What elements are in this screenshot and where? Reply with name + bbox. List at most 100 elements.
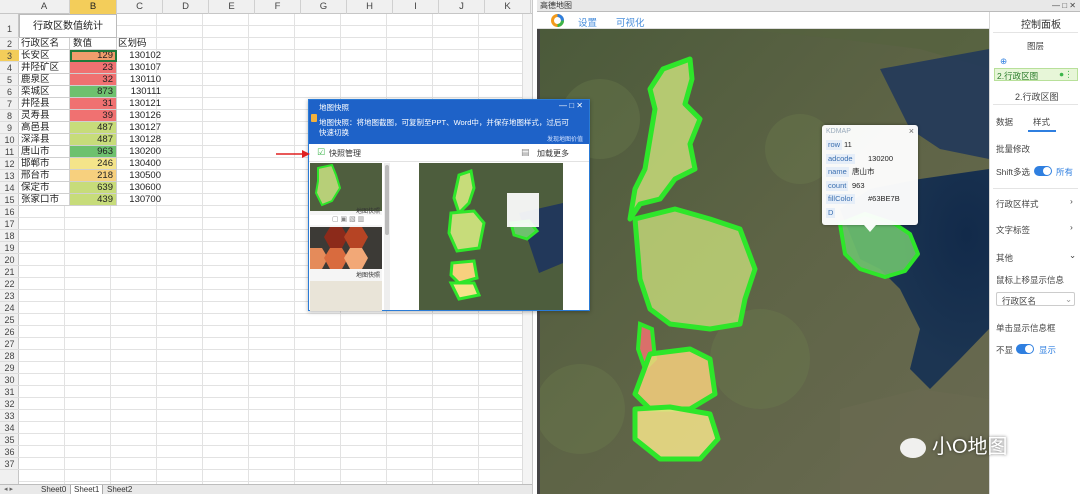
table-row-code[interactable]: 130126 bbox=[117, 110, 163, 122]
table-row-name[interactable]: 邯郸市 bbox=[19, 158, 70, 170]
table-row-name[interactable]: 栾城区 bbox=[19, 86, 70, 98]
column-header-j[interactable]: J bbox=[439, 0, 485, 14]
table-row-name[interactable]: 鹿泉区 bbox=[19, 74, 70, 86]
row-header-24[interactable]: 24 bbox=[0, 302, 19, 314]
table-row-code[interactable]: 130128 bbox=[117, 134, 163, 146]
table-row-value[interactable]: 246 bbox=[70, 158, 117, 170]
row-header-5[interactable]: 5 bbox=[0, 74, 19, 86]
row-header-29[interactable]: 29 bbox=[0, 362, 19, 374]
table-row-name[interactable]: 高邑县 bbox=[19, 122, 70, 134]
visualize-menu[interactable]: 可视化 bbox=[616, 15, 645, 29]
other-item[interactable]: 其他 bbox=[996, 252, 1013, 264]
row-header-30[interactable]: 30 bbox=[0, 374, 19, 386]
region-xingtai[interactable] bbox=[632, 346, 718, 412]
table-row-code[interactable]: 130400 bbox=[117, 158, 163, 170]
row-header-37[interactable]: 37 bbox=[0, 458, 19, 470]
table-row-value[interactable]: 439 bbox=[70, 194, 117, 206]
table-row-value[interactable]: 129 bbox=[70, 50, 117, 62]
table-row-value[interactable]: 23 bbox=[70, 62, 117, 74]
row-header-3[interactable]: 3 bbox=[0, 50, 19, 62]
table-row-value[interactable]: 487 bbox=[70, 134, 117, 146]
snapshot-manage-button[interactable]: 快照管理 bbox=[329, 148, 361, 159]
column-header-k[interactable]: K bbox=[485, 0, 531, 14]
thumbnail-1[interactable] bbox=[310, 163, 382, 211]
table-row-name[interactable]: 井陉矿区 bbox=[19, 62, 70, 74]
table-row-code[interactable]: 130500 bbox=[117, 170, 163, 182]
layer-item[interactable]: 2.行政区图 ●⋮ bbox=[994, 68, 1078, 81]
row-header-25[interactable]: 25 bbox=[0, 314, 19, 326]
table-row-value[interactable]: 963 bbox=[70, 146, 117, 158]
row-header-9[interactable]: 9 bbox=[0, 122, 19, 134]
sheet-tab-sheet1[interactable]: Sheet1 bbox=[70, 485, 104, 494]
row-header-22[interactable]: 22 bbox=[0, 278, 19, 290]
table-row-name[interactable]: 长安区 bbox=[19, 50, 70, 62]
tab-data[interactable]: 数据 bbox=[996, 116, 1013, 128]
table-row-code[interactable]: 130600 bbox=[117, 182, 163, 194]
table-row-name[interactable]: 张家口市 bbox=[19, 194, 70, 206]
table-row-value[interactable]: 218 bbox=[70, 170, 117, 182]
table-row-value[interactable]: 487 bbox=[70, 122, 117, 134]
snapshot-link[interactable]: 发现地图价值 bbox=[547, 134, 583, 143]
add-layer-icon[interactable]: ⊕ bbox=[1000, 56, 1007, 67]
close-icon[interactable]: × bbox=[909, 126, 914, 136]
window-controls[interactable]: — □ ✕ bbox=[1052, 0, 1076, 12]
header-cell-name[interactable]: 行政区名 bbox=[19, 38, 70, 50]
row-header-17[interactable]: 17 bbox=[0, 218, 19, 230]
row-header-21[interactable]: 21 bbox=[0, 266, 19, 278]
map-canvas[interactable]: KDMAP × row 11 adcode 130200 name 唐山市 count 963… bbox=[540, 29, 989, 494]
table-row-name[interactable]: 唐山市 bbox=[19, 146, 70, 158]
column-header-e[interactable]: E bbox=[209, 0, 255, 14]
row-header-2[interactable]: 2 bbox=[0, 38, 19, 50]
row-header-7[interactable]: 7 bbox=[0, 98, 19, 110]
row-header-13[interactable]: 13 bbox=[0, 170, 19, 182]
row-header-16[interactable]: 16 bbox=[0, 206, 19, 218]
sheet-tab-sheet2[interactable]: Sheet2 bbox=[104, 485, 135, 494]
table-row-code[interactable]: 130110 bbox=[117, 74, 163, 86]
table-row-name[interactable]: 灵寿县 bbox=[19, 110, 70, 122]
region-handan[interactable] bbox=[632, 404, 721, 462]
row-header-33[interactable]: 33 bbox=[0, 410, 19, 422]
column-header-a[interactable]: A bbox=[19, 0, 70, 14]
row-header-8[interactable]: 8 bbox=[0, 110, 19, 122]
text-label-item[interactable]: 文字标签 bbox=[996, 224, 1030, 236]
column-header-b[interactable]: B bbox=[70, 0, 117, 14]
thumbnail-actions[interactable]: ▢ ▣ ▧ ▥ bbox=[310, 215, 382, 225]
row-header-11[interactable]: 11 bbox=[0, 146, 19, 158]
table-row-code[interactable]: 130700 bbox=[117, 194, 163, 206]
row-header-28[interactable]: 28 bbox=[0, 350, 19, 362]
satellite-map[interactable] bbox=[540, 29, 989, 494]
table-row-code[interactable]: 130111 bbox=[117, 86, 163, 98]
shift-select-toggle[interactable] bbox=[1034, 166, 1052, 176]
thumbnail-scrollbar[interactable] bbox=[384, 163, 390, 310]
column-header-d[interactable]: D bbox=[163, 0, 209, 14]
row-header-26[interactable]: 26 bbox=[0, 326, 19, 338]
column-header-i[interactable]: I bbox=[393, 0, 439, 14]
header-cell-value[interactable]: 数值 bbox=[70, 38, 117, 50]
row-header-36[interactable]: 36 bbox=[0, 446, 19, 458]
row-header-27[interactable]: 27 bbox=[0, 338, 19, 350]
row-header-14[interactable]: 14 bbox=[0, 182, 19, 194]
row-header-6[interactable]: 6 bbox=[0, 86, 19, 98]
table-row-name[interactable]: 井陉县 bbox=[19, 98, 70, 110]
table-row-value[interactable]: 39 bbox=[70, 110, 117, 122]
row-header-15[interactable]: 15 bbox=[0, 194, 19, 206]
row-header-1[interactable]: 1 bbox=[0, 14, 19, 38]
settings-menu[interactable]: 设置 bbox=[578, 15, 597, 29]
layer-visible-icon[interactable]: ●⋮ bbox=[1059, 69, 1073, 80]
table-row-code[interactable]: 130121 bbox=[117, 98, 163, 110]
row-header-31[interactable]: 31 bbox=[0, 386, 19, 398]
table-row-name[interactable]: 深泽县 bbox=[19, 134, 70, 146]
column-header-g[interactable]: G bbox=[301, 0, 347, 14]
row-header-32[interactable]: 32 bbox=[0, 398, 19, 410]
table-row-code[interactable]: 130200 bbox=[117, 146, 163, 158]
row-header-23[interactable]: 23 bbox=[0, 290, 19, 302]
tab-style[interactable]: 样式 bbox=[1033, 116, 1050, 128]
row-header-35[interactable]: 35 bbox=[0, 434, 19, 446]
row-header-12[interactable]: 12 bbox=[0, 158, 19, 170]
sheet-tab-sheet0[interactable]: Sheet0 bbox=[38, 485, 69, 494]
table-row-name[interactable]: 保定市 bbox=[19, 182, 70, 194]
window-controls[interactable]: — □ ✕ bbox=[559, 101, 583, 110]
sheet-nav-arrows[interactable]: ◂ ▸ bbox=[4, 485, 13, 493]
show-info-toggle[interactable] bbox=[1016, 344, 1034, 354]
region-baoding[interactable] bbox=[632, 206, 758, 332]
